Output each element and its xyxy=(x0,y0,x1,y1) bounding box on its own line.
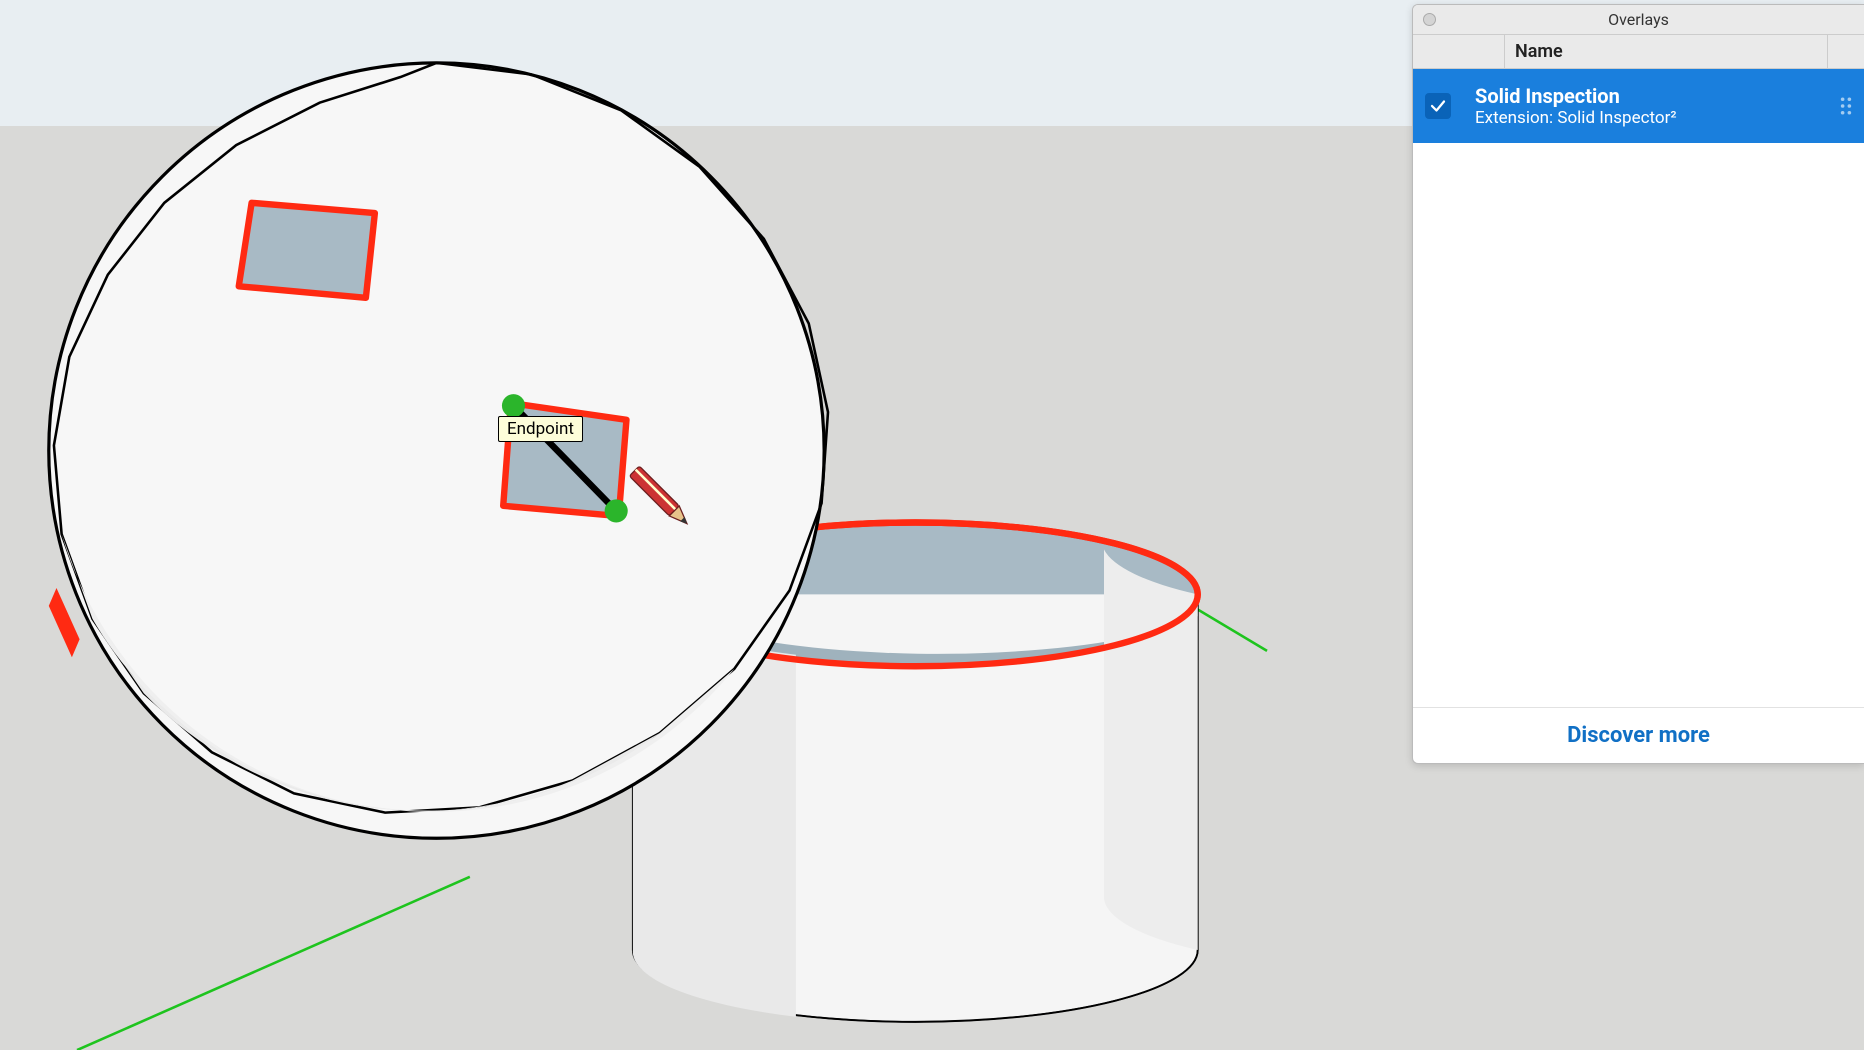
panel-close-button[interactable] xyxy=(1423,13,1436,26)
column-drag xyxy=(1828,35,1864,68)
overlay-subtitle: Extension: Solid Inspector² xyxy=(1475,108,1828,128)
panel-titlebar[interactable]: Overlays xyxy=(1413,5,1864,35)
overlay-checkbox[interactable] xyxy=(1425,93,1451,119)
check-icon xyxy=(1429,97,1447,115)
panel-title: Overlays xyxy=(1413,10,1864,29)
column-name[interactable]: Name xyxy=(1505,35,1828,68)
snap-tooltip-text: Endpoint xyxy=(507,419,574,439)
overlay-name: Solid Inspection xyxy=(1475,84,1828,108)
overlay-text: Solid Inspection Extension: Solid Inspec… xyxy=(1463,84,1828,128)
panel-footer: Discover more xyxy=(1413,707,1864,763)
overlay-row-solid-inspection[interactable]: Solid Inspection Extension: Solid Inspec… xyxy=(1413,69,1864,143)
discover-more-link[interactable]: Discover more xyxy=(1567,723,1710,748)
overlay-drag-handle[interactable] xyxy=(1828,97,1864,115)
column-checkbox[interactable] xyxy=(1413,35,1505,68)
overlays-panel: Overlays Name Solid Inspection Extension… xyxy=(1412,4,1864,764)
snap-tooltip: Endpoint xyxy=(498,416,583,442)
overlays-list[interactable]: Solid Inspection Extension: Solid Inspec… xyxy=(1413,69,1864,707)
drag-dots-icon xyxy=(1839,97,1853,115)
panel-column-headers: Name xyxy=(1413,35,1864,69)
